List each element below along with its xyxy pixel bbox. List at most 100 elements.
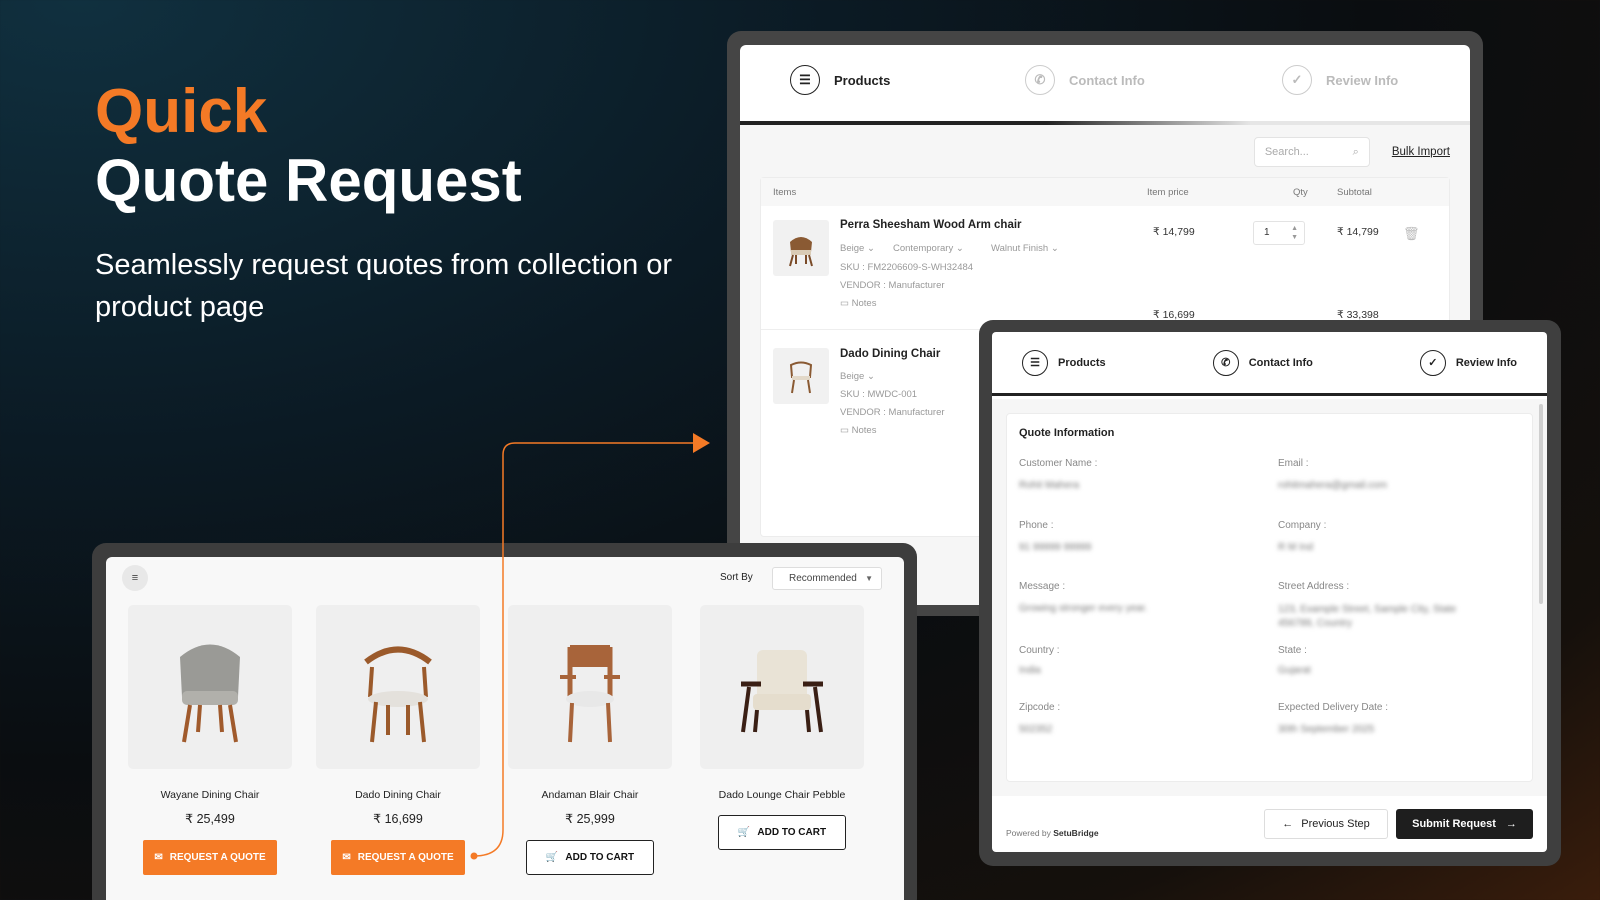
col-item-price: Item price [1147,187,1189,198]
form-steps: ☰ Products ✆ Contact Info ✓ Review Info [992,332,1547,396]
email-label: Email : [1278,458,1309,469]
add-to-cart-button[interactable]: 🛒 ADD TO CART [526,840,654,875]
quantity-stepper[interactable]: 1 ▲ ▼ [1253,221,1305,245]
tab-products[interactable]: ☰ Products [790,65,890,95]
envelope-icon: ✉ [154,852,163,863]
search-input[interactable]: Search... ⌕ [1253,137,1370,167]
powered-by-prefix: Powered by [1006,828,1051,838]
tab-products-label: Products [1058,356,1106,369]
product-name[interactable]: Dado Dining Chair [316,789,480,801]
product-card: Dado Lounge Chair Pebble 🛒 ADD TO CART [700,605,864,850]
tab-products[interactable]: ☰ Products [1022,349,1106,376]
product-name[interactable]: Andaman Blair Chair [508,789,672,801]
email-value: rohitmahera@gmail.com [1278,480,1388,491]
tab-review-info[interactable]: ✓ Review Info [1282,65,1398,95]
submit-request-button[interactable]: Submit Request → [1396,809,1533,839]
form-body: Quote Information Customer Name : Rohit … [992,399,1547,796]
hero-subtitle: Seamlessly request quotes from collectio… [95,249,673,323]
sort-by-label: Sort By [720,572,753,583]
submit-request-label: Submit Request [1412,818,1496,830]
product-sku: SKU : MWDC-001 [840,389,918,400]
table-row: Perra Sheesham Wood Arm chair Beige ⌄ Co… [761,206,1449,330]
delivery-date-label: Expected Delivery Date : [1278,702,1389,713]
sort-select[interactable]: Recommended ▼ [772,567,882,590]
variant-select[interactable]: Walnut Finish ⌄ [991,243,1059,254]
tab-review-info-label: Review Info [1455,356,1517,369]
variant-select[interactable]: Contemporary ⌄ [893,243,964,254]
company-value: R M Ind [1278,542,1314,553]
message-label: Message : [1019,581,1066,592]
customer-name-value: Rohit Mahera [1019,480,1080,491]
bulk-import-link[interactable]: Bulk Import [1392,146,1450,158]
product-card: Dado Dining Chair ₹ 16,699 ✉ REQUEST A Q… [316,605,480,875]
company-label: Company : [1278,520,1327,531]
product-sku: SKU : FM2206609-S-WH32484 [840,262,974,273]
check-circle-icon: ✓ [1419,349,1446,376]
product-name[interactable]: Dado Lounge Chair Pebble [700,789,864,801]
product-price: ₹ 25,499 [185,812,235,826]
product-card: Wayane Dining Chair ₹ 25,499 ✉ REQUEST A… [128,605,292,875]
previous-step-button[interactable]: ← Previous Step [1264,809,1388,839]
country-label: Country : [1019,645,1060,656]
product-vendor: VENDOR : Manufacturer [840,280,945,291]
state-value: Gujarat [1278,665,1311,676]
product-image[interactable] [508,605,672,769]
request-quote-button[interactable]: ✉ REQUEST A QUOTE [143,840,277,875]
product-price: ₹ 25,999 [565,812,615,826]
zipcode-label: Zipcode : [1019,702,1061,713]
product-name[interactable]: Wayane Dining Chair [128,789,292,801]
add-to-cart-label: ADD TO CART [757,827,827,838]
product-name: Dado Dining Chair [840,348,941,360]
stepper-arrows-icon[interactable]: ▲ ▼ [1291,224,1298,242]
zipcode-value: 502352 [1019,724,1053,735]
notes-button[interactable]: ▭ Notes [840,298,876,309]
col-subtotal: Subtotal [1337,187,1372,198]
add-to-cart-label: ADD TO CART [565,852,635,863]
product-vendor: VENDOR : Manufacturer [840,407,945,418]
add-to-cart-button[interactable]: 🛒 ADD TO CART [718,815,846,850]
delivery-date-value: 30th September 2025 [1278,724,1375,735]
tab-review-info[interactable]: ✓ Review Info [1419,349,1517,376]
notes-button[interactable]: ▭ Notes [840,425,876,436]
tab-contact-info[interactable]: ✆ Contact Info [1025,65,1145,95]
request-quote-label: REQUEST A QUOTE [357,852,454,863]
notes-label: Notes [851,425,877,436]
check-circle-icon: ✓ [1282,65,1312,95]
powered-by: Powered by SetuBridge [1006,810,1264,838]
hero: Quick Quote Request Seamlessly request q… [95,78,715,328]
product-price: ₹ 16,699 [373,812,423,826]
notes-label: Notes [851,298,877,309]
tab-contact-info-label: Contact Info [1069,72,1145,88]
phone-icon: ✆ [1025,65,1055,95]
filter-icon[interactable]: ≡ [122,565,148,591]
variant-select[interactable]: Beige ⌄ [840,371,875,382]
message-value: Growing stronger every year. [1019,603,1148,614]
cart-icon: 🛒 [737,827,751,838]
cart-steps: ☰ Products ✆ Contact Info ✓ Review Info [740,45,1470,121]
cart-icon: 🛒 [545,852,559,863]
product-image[interactable] [700,605,864,769]
product-image[interactable] [128,605,292,769]
col-items: Items [773,187,797,198]
request-quote-label: REQUEST A QUOTE [169,852,266,863]
trash-icon[interactable]: 🗑 [1403,226,1420,242]
country-value: India [1019,665,1041,676]
form-scrollbar[interactable] [1539,404,1543,604]
street-address-label: Street Address : [1278,581,1350,592]
list-icon: ☰ [1022,349,1048,376]
quote-form-window: ☰ Products ✆ Contact Info ✓ Review Info … [992,332,1547,852]
variant-label: Beige [840,371,865,382]
tab-products-label: Products [834,72,891,88]
quote-information-panel: Quote Information Customer Name : Rohit … [1006,413,1533,782]
product-image[interactable] [316,605,480,769]
tab-contact-info[interactable]: ✆ Contact Info [1212,349,1313,376]
street-address-value: 123, Example Street, Sample City, State … [1278,604,1457,629]
variant-select[interactable]: Beige ⌄ [840,243,875,254]
product-thumbnail [773,220,829,276]
variant-label: Contemporary [893,243,954,254]
request-quote-button[interactable]: ✉ REQUEST A QUOTE [331,840,465,875]
collection-window: ≡ Sort By Recommended ▼ Wayane Dining Ch… [106,557,904,900]
sort-select-value: Recommended [789,573,857,584]
list-icon: ☰ [790,65,820,95]
hero-title: Quote Request [95,147,522,214]
